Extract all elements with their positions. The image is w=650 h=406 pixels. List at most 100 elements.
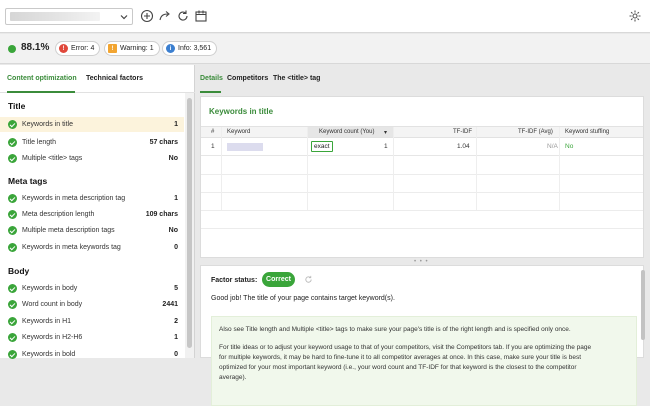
left-tabs: Content optimization Technical factors [0, 65, 195, 93]
tfidf-avg-value: N/A [547, 143, 558, 150]
tip-box: Also see Title length and Multiple <titl… [211, 316, 637, 406]
factor-label: Keywords in meta keywords tag [22, 244, 121, 251]
info-icon: i [166, 44, 175, 53]
factor-status-label: Factor status: [211, 277, 258, 284]
tab-technical-factors[interactable]: Technical factors [86, 75, 143, 82]
factor-multiple-meta-description[interactable]: Multiple meta description tags No [0, 223, 184, 238]
gear-icon[interactable] [628, 9, 642, 23]
card-title: Keywords in title [209, 107, 274, 116]
left-scrollbar[interactable] [185, 93, 194, 358]
factor-value: 2441 [162, 301, 178, 308]
check-icon [8, 243, 17, 252]
active-tab-indicator [200, 91, 221, 93]
match-type-badge: exact [311, 141, 333, 152]
factor-label: Meta description length [22, 211, 95, 218]
keyword-count: 1 [384, 143, 388, 150]
score-indicator [8, 45, 16, 53]
factor-meta-description-length[interactable]: Meta description length 109 chars [0, 207, 184, 222]
column-header[interactable]: # [211, 129, 214, 135]
factor-keywords-in-h1[interactable]: Keywords in H1 2 [0, 314, 184, 329]
column-header[interactable]: TF-IDF [453, 129, 472, 135]
check-icon [8, 284, 17, 293]
column-header[interactable]: Keyword stuffing [565, 129, 609, 135]
tab-competitors[interactable]: Competitors [227, 75, 268, 82]
right-tabs: Details Competitors The <title> tag [196, 65, 650, 93]
table-row[interactable]: 1 exact 1 1.04 N/A No [201, 138, 643, 156]
factor-word-count-in-body[interactable]: Word count in body 2441 [0, 297, 184, 312]
check-icon [8, 210, 17, 219]
status-bar: 88.1% ! Error: 4 ! Warning: 1 i Info: 3,… [0, 34, 650, 64]
factor-value: 57 chars [149, 139, 178, 146]
warning-badge[interactable]: ! Warning: 1 [104, 41, 160, 56]
factor-label: Keywords in title [22, 121, 73, 128]
divider [307, 127, 308, 210]
tab-title-tag[interactable]: The <title> tag [273, 75, 320, 82]
factor-value: 1 [174, 121, 178, 128]
section-title: Title [8, 101, 26, 111]
factor-value: 2 [174, 318, 178, 325]
column-header[interactable]: TF-IDF (Avg) [518, 129, 553, 135]
stuffing-value: No [565, 143, 574, 150]
divider [201, 228, 643, 229]
status-badge: Correct [262, 272, 295, 287]
factor-value: 5 [174, 285, 178, 292]
factor-value: No [168, 155, 178, 162]
column-header[interactable]: Keyword count (You) [319, 129, 374, 135]
row-number: 1 [211, 143, 215, 150]
factor-label: Keywords in bold [22, 351, 76, 358]
refresh-icon[interactable] [304, 275, 313, 284]
divider [476, 127, 477, 210]
error-icon: ! [59, 44, 68, 53]
add-icon[interactable] [140, 9, 154, 23]
tab-details[interactable]: Details [200, 75, 223, 82]
keyword-cell [227, 143, 263, 151]
factor-value: 0 [174, 351, 178, 358]
check-icon [8, 154, 17, 163]
warning-count: Warning: 1 [120, 45, 154, 52]
status-message: Good job! The title of your page contain… [211, 295, 395, 302]
check-icon [8, 138, 17, 147]
factor-keywords-in-body[interactable]: Keywords in body 5 [0, 281, 184, 296]
factor-keywords-in-meta-description[interactable]: Keywords in meta description tag 1 [0, 191, 184, 206]
factor-keywords-in-bold[interactable]: Keywords in bold 0 [0, 347, 184, 362]
factor-status-panel: Factor status: Correct Good job! The tit… [200, 265, 644, 406]
scrollbar-thumb[interactable] [187, 98, 192, 348]
factor-value: 1 [174, 195, 178, 202]
factor-value: 109 chars [145, 211, 178, 218]
share-icon[interactable] [158, 9, 172, 23]
factor-multiple-title-tags[interactable]: Multiple <title> tags No [0, 151, 184, 166]
factors-panel: Content optimization Technical factors T… [0, 65, 195, 359]
url-select[interactable] [5, 8, 133, 25]
factor-keywords-in-meta-keywords[interactable]: Keywords in meta keywords tag 0 [0, 240, 184, 255]
info-count: Info: 3,561 [178, 45, 212, 52]
scrollbar-thumb[interactable] [641, 270, 645, 340]
tip-line: For title ideas or to adjust your keywor… [219, 344, 592, 351]
refresh-icon[interactable] [176, 9, 190, 23]
factor-label: Title length [22, 139, 56, 146]
factor-label: Keywords in body [22, 285, 78, 292]
calendar-icon[interactable] [194, 9, 208, 23]
tab-content-optimization[interactable]: Content optimization [7, 75, 77, 82]
active-tab-indicator [7, 91, 75, 93]
info-badge[interactable]: i Info: 3,561 [162, 41, 218, 56]
check-icon [8, 317, 17, 326]
right-scrollbar[interactable] [640, 265, 646, 358]
tip-line: average). [219, 374, 247, 381]
check-icon [8, 194, 17, 203]
factor-label: Keywords in H1 [22, 318, 72, 325]
factor-value: 1 [174, 334, 178, 341]
toolbar [0, 0, 650, 33]
column-header[interactable]: Keyword [227, 129, 250, 135]
section-title: Meta tags [8, 176, 48, 186]
factor-label: Keywords in meta description tag [22, 195, 126, 202]
factor-label: Multiple meta description tags [22, 227, 115, 234]
url-value [10, 12, 100, 21]
error-badge[interactable]: ! Error: 4 [55, 41, 101, 56]
check-icon [8, 120, 17, 129]
factor-title-length[interactable]: Title length 57 chars [0, 135, 184, 150]
check-icon [8, 226, 17, 235]
factor-label: Word count in body [22, 301, 83, 308]
factor-keywords-in-h2-h6[interactable]: Keywords in H2-H6 1 [0, 330, 184, 345]
factor-label: Multiple <title> tags [22, 155, 83, 162]
factor-keywords-in-title[interactable]: Keywords in title 1 [0, 117, 184, 132]
